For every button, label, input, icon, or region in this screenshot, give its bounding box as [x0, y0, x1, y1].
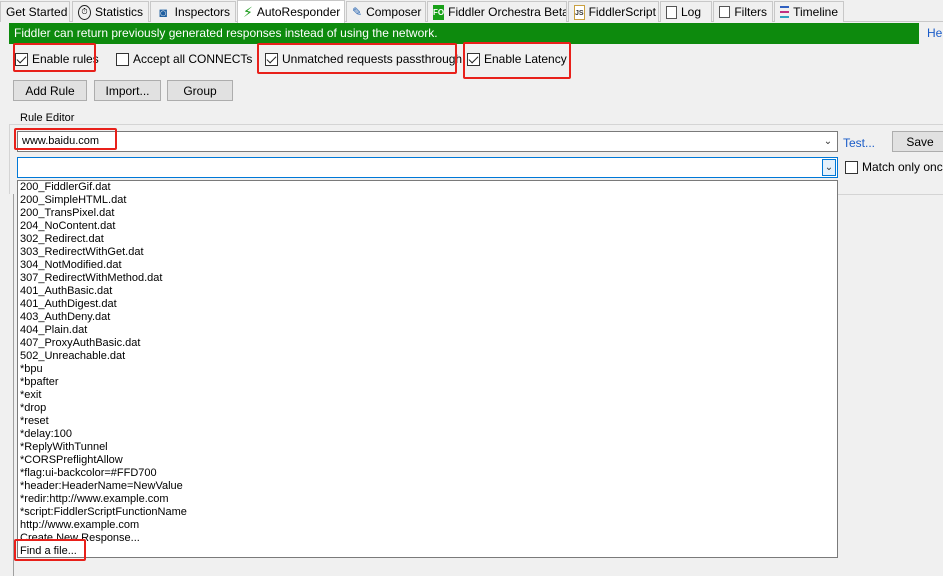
tab-fiddlerscript[interactable]: JS FiddlerScript — [568, 1, 659, 22]
accept-connects-checkbox[interactable]: Accept all CONNECTs — [116, 52, 252, 66]
checkbox-label: Unmatched requests passthrough — [282, 52, 463, 66]
list-item[interactable]: 407_ProxyAuthBasic.dat — [20, 337, 140, 350]
list-item[interactable]: *script:FiddlerScriptFunctionName — [20, 506, 187, 519]
checkbox-label: Enable rules — [32, 52, 99, 66]
tab-label: Composer — [366, 5, 422, 19]
list-item[interactable]: Find a file... — [20, 545, 77, 557]
checkbox-box[interactable] — [845, 160, 858, 174]
checkbox-box[interactable] — [116, 52, 129, 66]
stopwatch-icon: ⏱ — [78, 4, 91, 20]
lightning-icon: ⚡ — [243, 3, 253, 20]
list-item[interactable]: *exit — [20, 389, 41, 402]
list-item[interactable]: 404_Plain.dat — [20, 324, 87, 337]
list-item[interactable]: 401_AuthBasic.dat — [20, 285, 112, 298]
rules-list-border-top — [838, 194, 943, 195]
list-item[interactable]: 403_AuthDeny.dat — [20, 311, 110, 324]
tab-timeline[interactable]: Timeline — [774, 1, 844, 22]
list-item[interactable]: 303_RedirectWithGet.dat — [20, 246, 144, 259]
list-item[interactable]: *flag:ui-backcolor=#FFD700 — [20, 467, 157, 480]
save-button[interactable]: Save — [892, 131, 943, 152]
checkbox-box[interactable] — [265, 52, 278, 66]
tab-label: Timeline — [793, 5, 838, 19]
list-item[interactable]: *header:HeaderName=NewValue — [20, 480, 183, 493]
tab-get-started[interactable]: Get Started — [0, 1, 70, 22]
add-rule-button[interactable]: Add Rule — [13, 80, 87, 101]
composer-icon: ✎ — [352, 4, 363, 19]
list-item[interactable]: 401_AuthDigest.dat — [20, 298, 117, 311]
list-item[interactable]: 200_TransPixel.dat — [20, 207, 114, 220]
tab-log[interactable]: Log — [660, 1, 712, 22]
response-dropdown-list: 200_FiddlerGif.dat 200_SimpleHTML.dat 20… — [17, 180, 838, 558]
tab-composer[interactable]: ✎ Composer — [346, 1, 426, 22]
list-item[interactable]: *reset — [20, 415, 49, 428]
timeline-icon — [780, 6, 790, 18]
tab-statistics[interactable]: ⏱ Statistics — [72, 1, 149, 22]
inspectors-icon: ◙ — [159, 4, 168, 20]
enable-latency-checkbox[interactable]: Enable Latency — [467, 52, 567, 66]
rule-editor-label: Rule Editor — [17, 112, 78, 124]
checkbox-label: Accept all CONNECTs — [133, 52, 253, 66]
match-rule-combo[interactable]: www.baidu.com ⌄ — [17, 131, 838, 152]
tab-label: AutoResponder — [256, 5, 341, 19]
tab-inspectors[interactable]: ◙ Inspectors — [150, 1, 236, 22]
test-link[interactable]: Test... — [843, 136, 875, 150]
tab-label: Fiddler Orchestra Beta — [448, 5, 567, 19]
tab-label: Inspectors — [174, 5, 230, 19]
chevron-down-icon[interactable]: ⌄ — [822, 159, 836, 176]
list-item[interactable]: 200_SimpleHTML.dat — [20, 194, 126, 207]
unmatched-passthrough-checkbox[interactable]: Unmatched requests passthrough — [265, 52, 462, 66]
tab-filters[interactable]: Filters — [713, 1, 773, 22]
tab-autoresponder[interactable]: ⚡ AutoResponder — [237, 0, 345, 23]
checkbox-box[interactable] — [15, 52, 28, 66]
list-item[interactable]: *ReplyWithTunnel — [20, 441, 108, 454]
chevron-down-icon[interactable]: ⌄ — [821, 134, 835, 149]
tab-label: FiddlerScript — [588, 5, 656, 19]
match-rule-value: www.baidu.com — [22, 135, 100, 147]
list-item[interactable]: *bpu — [20, 363, 43, 376]
tab-strip: Get Started ⏱ Statistics ◙ Inspectors ⚡ … — [0, 0, 943, 23]
list-item[interactable]: *drop — [20, 402, 46, 415]
enable-rules-checkbox[interactable]: Enable rules — [15, 52, 99, 66]
list-item[interactable]: 502_Unreachable.dat — [20, 350, 125, 363]
list-item[interactable]: *bpafter — [20, 376, 59, 389]
filters-icon — [719, 6, 731, 18]
help-link[interactable]: Hel — [927, 26, 943, 40]
list-item[interactable]: 304_NotModified.dat — [20, 259, 122, 272]
log-icon — [666, 5, 677, 19]
list-item[interactable]: Create New Response... — [20, 532, 140, 545]
list-item[interactable]: 204_NoContent.dat — [20, 220, 115, 233]
checkbox-box[interactable] — [467, 52, 480, 66]
group-button[interactable]: Group — [167, 80, 233, 101]
list-item[interactable]: 302_Redirect.dat — [20, 233, 104, 246]
rules-list-border — [13, 194, 14, 576]
import-button[interactable]: Import... — [94, 80, 161, 101]
checkbox-label: Match only once — [862, 160, 943, 174]
list-item[interactable]: *redir:http://www.example.com — [20, 493, 169, 506]
response-combo[interactable]: ⌄ — [17, 157, 838, 178]
checkbox-label: Enable Latency — [484, 52, 567, 66]
list-item[interactable]: *CORSPreflightAllow — [20, 454, 123, 467]
list-item[interactable]: 307_RedirectWithMethod.dat — [20, 272, 162, 285]
fo-icon: FO — [433, 4, 445, 20]
tab-fiddler-orchestra[interactable]: FO Fiddler Orchestra Beta — [427, 1, 567, 22]
list-item[interactable]: *delay:100 — [20, 428, 72, 441]
info-banner: Fiddler can return previously generated … — [9, 23, 919, 44]
tab-label: Filters — [734, 5, 767, 19]
tab-label: Statistics — [94, 5, 143, 19]
tab-label: Get Started — [6, 5, 68, 19]
fiddlerscript-icon: JS — [574, 4, 585, 20]
list-item[interactable]: 200_FiddlerGif.dat — [20, 181, 111, 194]
list-item[interactable]: http://www.example.com — [20, 519, 139, 532]
tab-label: Log — [681, 5, 702, 19]
match-only-once-checkbox[interactable]: Match only once — [845, 160, 943, 174]
